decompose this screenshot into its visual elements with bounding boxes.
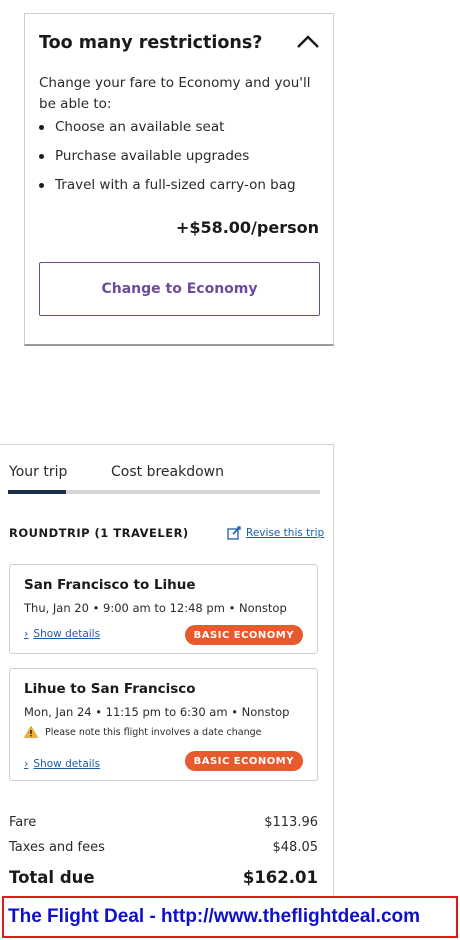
chevron-right-icon: › xyxy=(24,757,29,770)
chevron-up-icon[interactable] xyxy=(295,32,321,52)
total-value: $162.01 xyxy=(242,868,318,887)
revise-trip-label: Revise this trip xyxy=(246,527,325,539)
change-to-economy-button[interactable]: Change to Economy xyxy=(39,262,320,316)
flight-time: Mon, Jan 24 • 11:15 pm to 6:30 am • Nons… xyxy=(24,705,290,719)
bullet-icon xyxy=(39,154,44,159)
chevron-right-icon: › xyxy=(24,627,29,640)
watermark-banner: The Flight Deal - http://www.theflightde… xyxy=(2,896,458,938)
flight-card-outbound: San Francisco to Lihue Thu, Jan 20 • 9:0… xyxy=(9,564,318,654)
date-change-warning: Please note this flight involves a date … xyxy=(24,726,261,738)
taxes-row: Taxes and fees $48.05 xyxy=(9,840,318,855)
benefits-list: Choose an available seat Purchase availa… xyxy=(39,117,324,204)
roundtrip-label: ROUNDTRIP (1 TRAVELER) xyxy=(9,526,189,540)
fare-row: Fare $113.96 xyxy=(9,815,318,830)
flight-time: Thu, Jan 20 • 9:00 am to 12:48 pm • Nons… xyxy=(24,601,287,615)
fare-class-badge: BASIC ECONOMY xyxy=(184,625,303,645)
flight-route: San Francisco to Lihue xyxy=(24,577,196,593)
restrictions-title: Too many restrictions? xyxy=(39,33,263,53)
show-details-link[interactable]: › Show details xyxy=(24,757,100,770)
fare-class-badge: BASIC ECONOMY xyxy=(184,751,303,771)
restrictions-card: Too many restrictions? Change your fare … xyxy=(24,13,334,346)
bullet-icon xyxy=(39,125,44,130)
edit-icon xyxy=(227,526,241,540)
taxes-value: $48.05 xyxy=(272,840,319,855)
trip-summary-panel: Your trip Cost breakdown ROUNDTRIP (1 TR… xyxy=(0,444,334,914)
taxes-label: Taxes and fees xyxy=(9,840,105,855)
revise-trip-link[interactable]: Revise this trip xyxy=(227,526,324,540)
flight-card-return: Lihue to San Francisco Mon, Jan 24 • 11:… xyxy=(9,668,318,781)
bullet-icon xyxy=(39,183,44,188)
total-row: Total due $162.01 xyxy=(9,868,318,887)
tab-your-trip[interactable]: Your trip xyxy=(9,464,67,480)
warning-icon xyxy=(24,726,38,738)
fare-value: $113.96 xyxy=(264,815,318,830)
tab-cost-breakdown[interactable]: Cost breakdown xyxy=(111,464,224,480)
fare-label: Fare xyxy=(9,815,37,830)
benefit-item: Choose an available seat xyxy=(39,117,324,146)
benefit-item: Purchase available upgrades xyxy=(39,146,324,175)
show-details-link[interactable]: › Show details xyxy=(24,627,100,640)
benefit-item: Travel with a full-sized carry-on bag xyxy=(39,175,324,204)
flight-route: Lihue to San Francisco xyxy=(24,681,196,697)
restrictions-description: Change your fare to Economy and you'll b… xyxy=(39,75,311,112)
total-label: Total due xyxy=(9,868,95,887)
upgrade-price: +$58.00/person xyxy=(175,218,319,237)
tab-active-indicator xyxy=(8,490,66,494)
